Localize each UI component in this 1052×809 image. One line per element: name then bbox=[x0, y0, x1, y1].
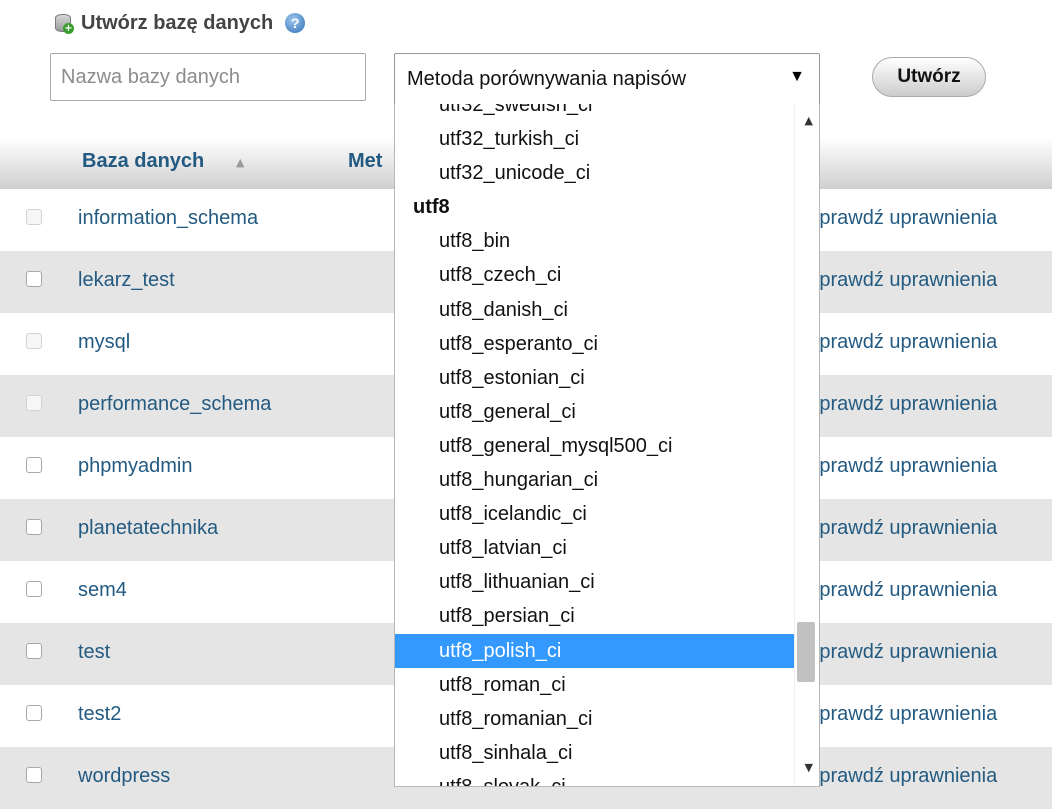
column-header-database[interactable]: Baza danych bbox=[82, 150, 204, 173]
collation-option[interactable]: utf8_general_ci bbox=[395, 395, 795, 429]
database-name-link[interactable]: test bbox=[78, 641, 110, 664]
dropdown-arrow-icon: ▼ bbox=[789, 68, 805, 85]
check-privileges-link[interactable]: Sprawdź uprawnienia bbox=[806, 207, 1052, 230]
check-privileges-link[interactable]: Sprawdź uprawnienia bbox=[806, 641, 1052, 664]
row-checkbox[interactable] bbox=[26, 643, 42, 659]
collation-option[interactable]: utf32_turkish_ci bbox=[395, 122, 795, 156]
row-checkbox[interactable] bbox=[26, 457, 42, 473]
column-header-method[interactable]: Met bbox=[348, 150, 382, 173]
check-privileges-link[interactable]: Sprawdź uprawnienia bbox=[806, 765, 1052, 788]
scrollbar-thumb[interactable] bbox=[797, 622, 815, 682]
database-name-link[interactable]: phpmyadmin bbox=[78, 455, 193, 478]
collation-option[interactable]: utf8_bin bbox=[395, 224, 795, 258]
collation-option[interactable]: utf8_roman_ci bbox=[395, 668, 795, 702]
help-icon[interactable]: ? bbox=[285, 13, 306, 33]
collation-option[interactable]: utf8_romanian_ci bbox=[395, 702, 795, 736]
database-name-link[interactable]: lekarz_test bbox=[78, 269, 175, 292]
check-privileges-link[interactable]: Sprawdź uprawnienia bbox=[806, 269, 1052, 292]
check-privileges-link[interactable]: Sprawdź uprawnienia bbox=[806, 455, 1052, 478]
collation-option[interactable]: utf8_lithuanian_ci bbox=[395, 565, 795, 599]
scroll-up-arrow-icon[interactable]: ▲ bbox=[805, 114, 813, 127]
check-privileges-link[interactable]: Sprawdź uprawnienia bbox=[806, 393, 1052, 416]
collation-option[interactable]: utf8_icelandic_ci bbox=[395, 497, 795, 531]
collation-option[interactable]: utf8_sinhala_ci bbox=[395, 736, 795, 770]
row-checkbox bbox=[26, 333, 42, 349]
collation-option[interactable]: utf8_esperanto_ci bbox=[395, 327, 795, 361]
collation-option[interactable]: utf8_latvian_ci bbox=[395, 531, 795, 565]
database-name-link[interactable]: performance_schema bbox=[78, 393, 271, 416]
collation-option[interactable]: utf8_estonian_ci bbox=[395, 361, 795, 395]
collation-select[interactable]: Metoda porównywania napisów ▼ bbox=[394, 53, 820, 105]
row-checkbox[interactable] bbox=[26, 519, 42, 535]
collation-select-value: Metoda porównywania napisów bbox=[407, 67, 687, 90]
collation-option[interactable]: utf8_polish_ci bbox=[395, 633, 795, 668]
database-name-link[interactable]: planetatechnika bbox=[78, 517, 218, 540]
collation-option[interactable]: utf8_hungarian_ci bbox=[395, 463, 795, 497]
collation-option[interactable]: utf32_swedish_ci bbox=[395, 104, 795, 122]
database-name-link[interactable]: test2 bbox=[78, 703, 121, 726]
collation-option[interactable]: utf8_general_mysql500_ci bbox=[395, 429, 795, 463]
row-checkbox bbox=[26, 395, 42, 411]
row-checkbox bbox=[26, 209, 42, 225]
database-add-icon: + bbox=[53, 12, 75, 34]
row-checkbox[interactable] bbox=[26, 705, 42, 721]
database-name-link[interactable]: information_schema bbox=[78, 207, 258, 230]
create-database-header: + Utwórz bazę danych ? bbox=[53, 8, 306, 38]
row-checkbox[interactable] bbox=[26, 767, 42, 783]
collation-option[interactable]: utf8_czech_ci bbox=[395, 258, 795, 292]
collation-option[interactable]: utf8_persian_ci bbox=[395, 599, 795, 633]
database-name-link[interactable]: sem4 bbox=[78, 579, 127, 602]
collation-dropdown-list[interactable]: utf32_swedish_ci utf32_turkish_ci utf32_un… bbox=[394, 104, 820, 787]
row-checkbox[interactable] bbox=[26, 271, 42, 287]
database-name-link[interactable]: mysql bbox=[78, 331, 130, 354]
database-name-input[interactable] bbox=[50, 53, 366, 101]
database-name-link[interactable]: wordpress bbox=[78, 765, 170, 788]
check-privileges-link[interactable]: Sprawdź uprawnienia bbox=[806, 331, 1052, 354]
dropdown-scrollbar[interactable]: ▲ ▼ bbox=[794, 104, 819, 786]
check-privileges-link[interactable]: Sprawdź uprawnienia bbox=[806, 517, 1052, 540]
sort-asc-icon[interactable]: ▲ bbox=[236, 156, 244, 169]
collation-option[interactable]: utf8_slovak_ci bbox=[395, 770, 795, 786]
option-group-label: utf8 bbox=[413, 196, 450, 219]
row-checkbox[interactable] bbox=[26, 581, 42, 597]
scroll-down-arrow-icon[interactable]: ▼ bbox=[805, 761, 813, 774]
check-privileges-link[interactable]: Sprawdź uprawnienia bbox=[806, 703, 1052, 726]
collation-option[interactable]: utf32_unicode_ci bbox=[395, 156, 795, 190]
collation-option[interactable]: utf8_danish_ci bbox=[395, 293, 795, 327]
check-privileges-link[interactable]: Sprawdź uprawnienia bbox=[806, 579, 1052, 602]
create-button[interactable]: Utwórz bbox=[872, 57, 986, 97]
collation-options: utf32_swedish_ci utf32_turkish_ci utf32_un… bbox=[395, 104, 795, 786]
create-database-title: Utwórz bazę danych bbox=[81, 11, 274, 34]
